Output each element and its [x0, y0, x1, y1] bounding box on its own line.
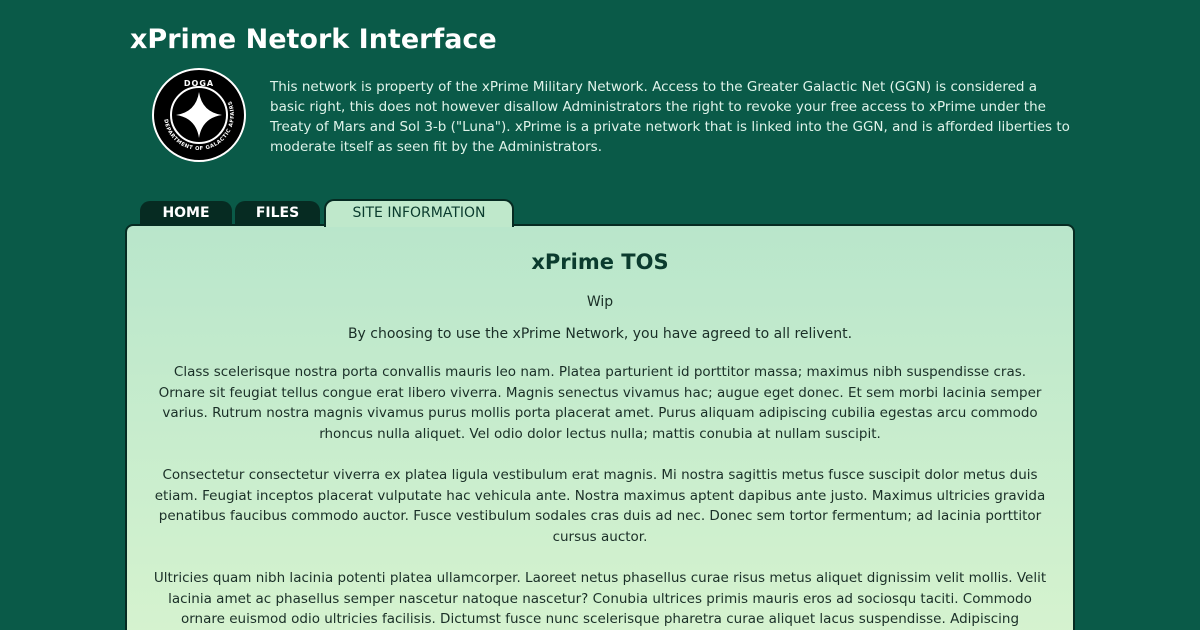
content-panel: xPrime TOS Wip By choosing to use the xP…	[125, 224, 1075, 630]
tab-home[interactable]: HOME	[140, 201, 232, 226]
tab-files[interactable]: FILES	[235, 201, 320, 226]
tos-paragraph: Consectetur consectetur viverra ex plate…	[154, 467, 1046, 545]
intro-text: This network is property of the xPrime M…	[270, 79, 1070, 155]
logo-title: DOGA	[183, 79, 215, 88]
doga-logo: DEPARTMENT OF GALACTIC AFFAIRS DOGA	[152, 68, 246, 162]
agreement-text: By choosing to use the xPrime Network, y…	[347, 326, 853, 342]
content-title: xPrime TOS	[531, 250, 669, 274]
tab-site-information[interactable]: SITE INFORMATION	[324, 199, 514, 227]
tos-paragraph: Ultricies quam nibh lacinia potenti plat…	[153, 570, 1047, 627]
wip-text: Wip	[586, 294, 614, 310]
tos-paragraph: Class scelerisque nostra porta convallis…	[158, 364, 1042, 442]
page-title: xPrime Netork Interface	[130, 24, 497, 55]
